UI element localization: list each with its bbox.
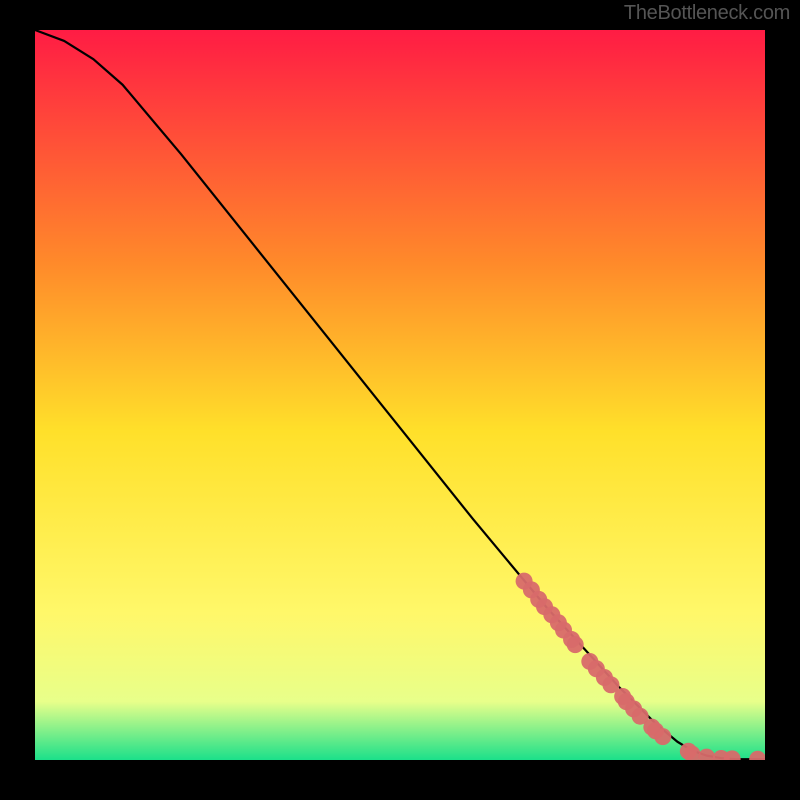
watermark-text: TheBottleneck.com	[624, 2, 790, 25]
chart-frame: TheBottleneck.com	[0, 0, 800, 800]
data-marker	[567, 636, 584, 653]
chart-plot	[35, 30, 765, 760]
gradient-background	[35, 30, 765, 760]
chart-svg	[35, 30, 765, 760]
data-marker	[654, 728, 671, 745]
